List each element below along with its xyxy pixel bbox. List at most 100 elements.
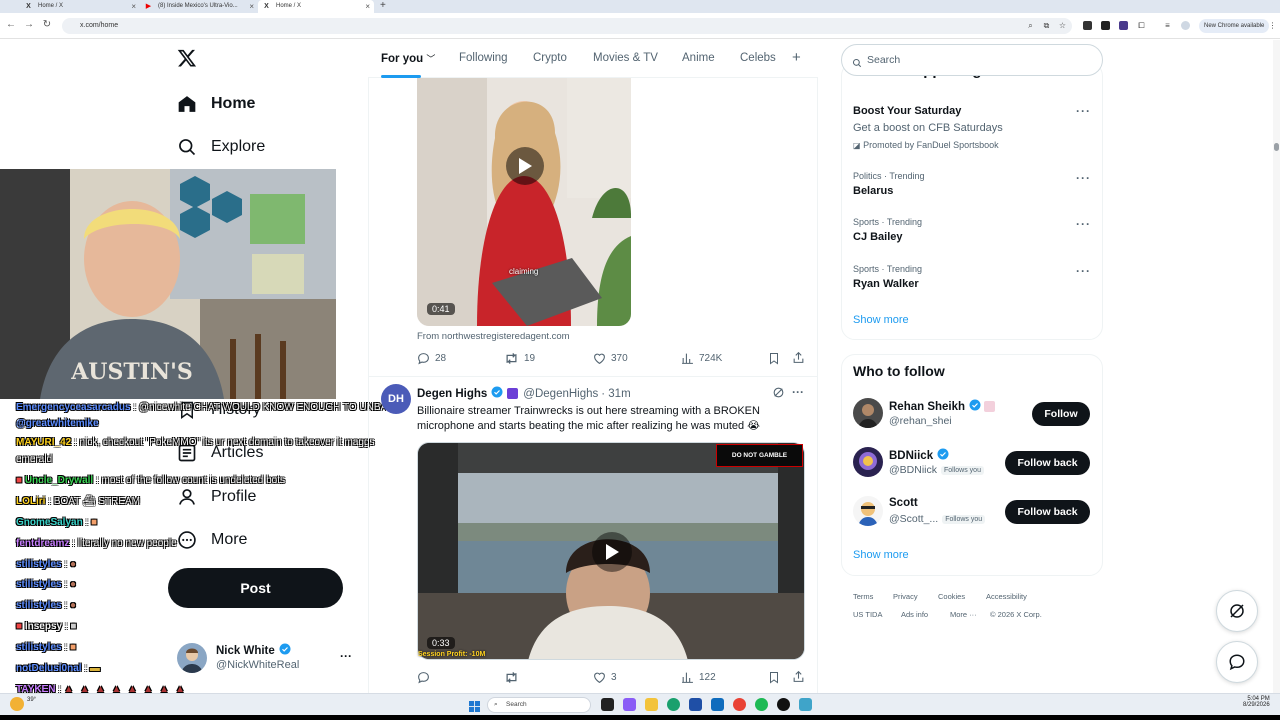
bookmark-icon[interactable]	[768, 671, 780, 689]
extension-icon[interactable]	[1119, 21, 1128, 30]
page-scrollbar[interactable]	[1273, 40, 1280, 693]
tweet-author-handle[interactable]: @DegenHighs	[523, 388, 598, 400]
tab-following[interactable]: Following	[459, 52, 508, 64]
taskbar-app-icon[interactable]	[799, 698, 812, 711]
extension-icon[interactable]	[1083, 21, 1092, 30]
extension-icon[interactable]	[1101, 21, 1110, 30]
trend-more-icon[interactable]: ···	[1076, 217, 1091, 231]
install-icon[interactable]: ⧉	[1042, 21, 1051, 30]
follow-back-button[interactable]: Follow back	[1005, 500, 1090, 524]
tab-crypto[interactable]: Crypto	[533, 52, 567, 64]
url-field[interactable]: x.com/home	[62, 18, 1072, 34]
taskbar-app-icon[interactable]	[689, 698, 702, 711]
close-tab-icon[interactable]: ×	[365, 0, 370, 13]
weather-icon[interactable]	[10, 697, 24, 711]
taskbar-clock[interactable]: 5:04 PM 8/29/2026	[1243, 696, 1270, 708]
tweet-more-icon[interactable]: ···	[792, 385, 804, 399]
new-tab-button[interactable]: +	[380, 0, 386, 11]
link-source[interactable]: From northwestregisteredagent.com	[417, 331, 570, 342]
tweet-author-avatar[interactable]: DH	[381, 384, 411, 414]
browser-tab[interactable]: ▶ (8) Inside Mexico's Ultra-Vio... ×	[140, 0, 258, 13]
chrome-icon[interactable]	[733, 698, 746, 711]
footer-terms-link[interactable]: Terms	[853, 592, 873, 601]
footer-cookies-link[interactable]: Cookies	[938, 592, 965, 601]
reply-button[interactable]	[417, 671, 435, 684]
puzzle-icon[interactable]: ⧠	[1137, 21, 1146, 30]
zoom-icon[interactable]: ⌕	[1026, 21, 1035, 30]
tweet-time[interactable]: · 31m	[601, 388, 630, 400]
grok-icon[interactable]	[772, 386, 785, 404]
forward-icon[interactable]: →	[22, 19, 36, 30]
nav-item-home[interactable]: Home	[176, 89, 255, 119]
browser-tab[interactable]: X Home / X ×	[20, 0, 140, 13]
share-icon[interactable]	[792, 670, 805, 688]
footer-tida-link[interactable]: US TIDA	[853, 610, 882, 619]
trend-title[interactable]: Belarus	[853, 185, 893, 197]
views-button[interactable]: 724K	[681, 352, 722, 365]
trends-show-more-link[interactable]: Show more	[853, 314, 909, 326]
back-icon[interactable]: ←	[4, 19, 18, 30]
repost-button[interactable]: 19	[504, 352, 535, 365]
profile-avatar-icon[interactable]	[1181, 21, 1190, 30]
taskbar-app-icon[interactable]	[623, 698, 636, 711]
views-button[interactable]: 122	[681, 671, 716, 684]
new-chrome-badge[interactable]: New Chrome available	[1199, 19, 1270, 33]
user-avatar[interactable]	[853, 398, 883, 428]
user-avatar[interactable]	[853, 496, 883, 526]
obs-icon[interactable]	[777, 698, 790, 711]
search-input[interactable]: Search	[841, 44, 1103, 76]
trend-title[interactable]: CJ Bailey	[853, 231, 903, 243]
file-explorer-icon[interactable]	[645, 698, 658, 711]
close-tab-icon[interactable]: ×	[249, 0, 254, 13]
user-name-row[interactable]: Rehan Sheikh	[889, 399, 996, 414]
add-tab-icon[interactable]: +	[792, 49, 801, 66]
repost-button[interactable]	[504, 671, 524, 684]
browser-tab-active[interactable]: X Home / X ×	[258, 0, 374, 13]
x-logo-icon[interactable]	[177, 48, 197, 73]
like-button[interactable]: 370	[593, 352, 628, 365]
messages-floating-button[interactable]	[1216, 641, 1258, 683]
menu-kebab-icon[interactable]: ⋮	[1268, 21, 1277, 30]
chat-text: : BOAT ⛴ STREAM	[48, 496, 141, 507]
tab-movies-tv[interactable]: Movies & TV	[593, 52, 658, 64]
play-icon[interactable]	[506, 147, 544, 185]
edge-icon[interactable]	[667, 698, 680, 711]
taskbar-app-icon[interactable]	[711, 698, 724, 711]
bookmark-icon[interactable]	[768, 352, 780, 370]
user-name[interactable]: Scott	[889, 497, 918, 509]
tab-celebs[interactable]: Celebs	[740, 52, 776, 64]
nav-item-explore[interactable]: Explore	[176, 132, 265, 162]
tab-for-you[interactable]: For you ﹀	[381, 52, 435, 78]
follow-show-more-link[interactable]: Show more	[853, 549, 909, 561]
footer-accessibility-link[interactable]: Accessibility	[986, 592, 1027, 601]
trend-title[interactable]: Boost Your Saturday	[853, 105, 961, 117]
tweet-video[interactable]	[417, 78, 631, 326]
user-name-row[interactable]: BDNiick	[889, 448, 949, 463]
scrollbar-thumb[interactable]	[1274, 143, 1279, 151]
tweet-author-name[interactable]: Degen Highs	[417, 388, 487, 400]
taskbar-search[interactable]: ⌕ Search	[487, 697, 591, 713]
footer-privacy-link[interactable]: Privacy	[893, 592, 918, 601]
close-tab-icon[interactable]: ×	[131, 0, 136, 13]
like-button[interactable]: 3	[593, 671, 617, 684]
trend-title[interactable]: Ryan Walker	[853, 278, 919, 290]
trend-more-icon[interactable]: ···	[1076, 104, 1091, 118]
share-icon[interactable]	[792, 351, 805, 369]
user-avatar[interactable]	[853, 447, 883, 477]
footer-ads-link[interactable]: Ads info	[901, 610, 928, 619]
follow-button[interactable]: Follow	[1032, 402, 1090, 426]
grok-floating-button[interactable]	[1216, 590, 1258, 632]
footer-more-link[interactable]: More ···	[950, 610, 977, 619]
chat-text: :	[64, 621, 68, 632]
tab-anime[interactable]: Anime	[682, 52, 715, 64]
trend-more-icon[interactable]: ···	[1076, 264, 1091, 278]
play-icon[interactable]	[592, 532, 632, 572]
reply-button[interactable]: 28	[417, 352, 446, 365]
task-view-icon[interactable]	[601, 698, 614, 711]
trend-more-icon[interactable]: ···	[1076, 171, 1091, 185]
star-icon[interactable]: ☆	[1058, 21, 1067, 30]
spotify-icon[interactable]	[755, 698, 768, 711]
follow-back-button[interactable]: Follow back	[1005, 451, 1090, 475]
reload-icon[interactable]: ↻	[40, 19, 54, 30]
media-icon[interactable]: ≡	[1163, 21, 1172, 30]
